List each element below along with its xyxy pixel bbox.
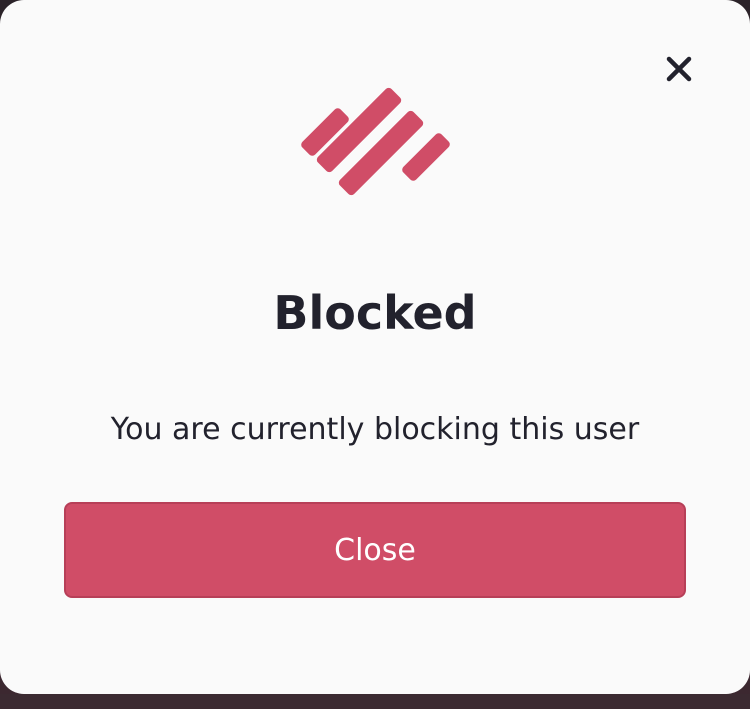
dialog-message: You are currently blocking this user <box>110 412 640 447</box>
background-strip <box>0 694 750 709</box>
dialog-title: Blocked <box>273 286 477 340</box>
blocked-dialog: Blocked You are currently blocking this … <box>0 0 750 694</box>
close-button[interactable]: Close <box>64 502 686 598</box>
brand-logo-icon <box>295 86 455 204</box>
close-icon[interactable] <box>660 50 698 88</box>
